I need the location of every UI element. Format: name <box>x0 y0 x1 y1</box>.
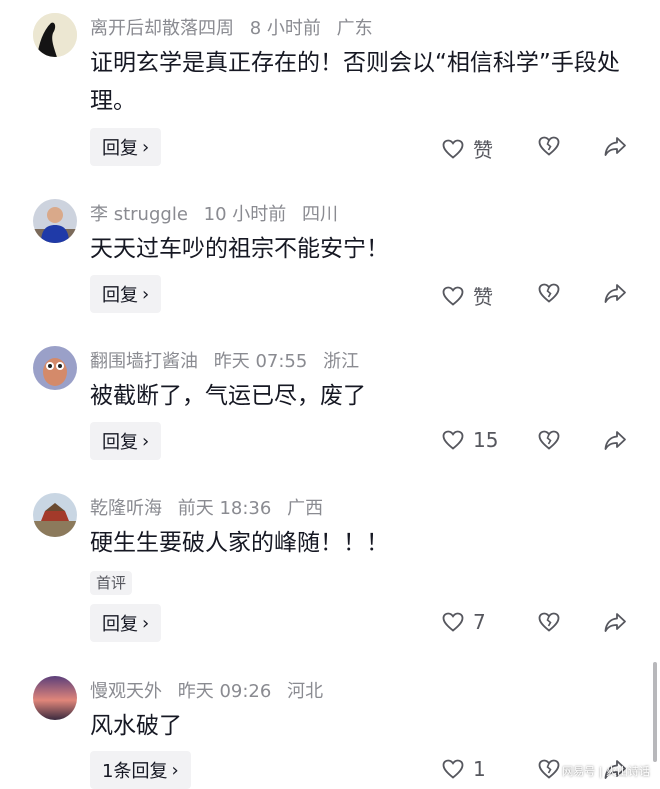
reply-button[interactable]: 回复 › <box>90 422 162 460</box>
username[interactable]: 慢观天外 <box>90 681 162 702</box>
avatar[interactable] <box>33 346 77 390</box>
share-arrow-icon <box>604 613 626 632</box>
comment-meta: 离开后却散落四周 8 小时前 广东 <box>90 14 383 40</box>
scrollbar[interactable] <box>653 662 657 762</box>
broken-heart-icon <box>538 612 560 632</box>
reply-button[interactable]: 回复 › <box>90 604 162 642</box>
like-button[interactable]: 赞 <box>441 134 493 163</box>
chevron-right-icon: › <box>142 283 150 305</box>
share-button[interactable] <box>603 428 627 452</box>
dislike-button[interactable] <box>537 610 561 634</box>
broken-heart-icon <box>538 759 560 779</box>
like-count: 赞 <box>473 138 493 162</box>
share-button[interactable] <box>603 134 627 158</box>
like-button[interactable]: 7 <box>441 610 486 634</box>
comment-text: 风水破了 <box>90 713 182 739</box>
comment-location: 广西 <box>287 498 324 519</box>
chevron-right-icon: › <box>142 136 150 158</box>
reply-label: 1条回复 <box>102 761 168 782</box>
like-count: 1 <box>473 757 486 781</box>
view-replies-button[interactable]: 1条回复 › <box>90 751 191 789</box>
chevron-right-icon: › <box>171 759 179 781</box>
comment-meta: 慢观天外 昨天 09:26 河北 <box>90 677 333 703</box>
chevron-right-icon: › <box>142 430 150 452</box>
heart-outline-icon <box>442 139 464 159</box>
reply-button[interactable]: 回复 › <box>90 275 162 313</box>
like-button[interactable]: 15 <box>441 428 498 452</box>
broken-heart-icon <box>538 283 560 303</box>
share-arrow-icon <box>604 137 626 156</box>
comment-location: 广东 <box>336 18 373 39</box>
like-button[interactable]: 1 <box>441 757 486 781</box>
comment-location: 浙江 <box>323 351 360 372</box>
reply-label: 回复 <box>102 432 138 453</box>
heart-outline-icon <box>442 612 464 632</box>
reply-label: 回复 <box>102 285 138 306</box>
username[interactable]: 乾隆听海 <box>90 498 162 519</box>
username[interactable]: 翻围墙打酱油 <box>90 351 198 372</box>
broken-heart-icon <box>538 136 560 156</box>
dislike-button[interactable] <box>537 134 561 158</box>
comment-location: 河北 <box>287 681 324 702</box>
avatar[interactable] <box>33 493 77 537</box>
like-button[interactable]: 赞 <box>441 281 493 310</box>
like-count: 赞 <box>473 285 493 309</box>
share-button[interactable] <box>603 281 627 305</box>
username[interactable]: 离开后却散落四周 <box>90 18 234 39</box>
comment-time: 昨天 07:55 <box>213 351 308 372</box>
comment-time: 10 小时前 <box>203 204 287 225</box>
avatar[interactable] <box>33 13 77 57</box>
comment-time: 前天 18:36 <box>177 498 272 519</box>
comment-meta: 李 struggle 10 小时前 四川 <box>90 200 348 226</box>
watermark: 网易号 | 火山诗话 <box>562 765 650 778</box>
first-comment-badge: 首评 <box>90 571 133 595</box>
like-count: 7 <box>473 610 486 634</box>
comment-text: 天天过车吵的祖宗不能安宁！ <box>90 236 389 262</box>
reply-button[interactable]: 回复 › <box>90 128 162 166</box>
comment-meta: 翻围墙打酱油 昨天 07:55 浙江 <box>90 347 369 373</box>
chevron-right-icon: › <box>142 612 150 634</box>
avatar[interactable] <box>33 199 77 243</box>
comment-time: 昨天 09:26 <box>177 681 272 702</box>
share-button[interactable] <box>603 610 627 634</box>
like-count: 15 <box>473 428 499 452</box>
comment-time: 8 小时前 <box>249 18 321 39</box>
comment-text: 被截断了，气运已尽，废了 <box>90 383 366 409</box>
heart-outline-icon <box>442 430 464 450</box>
dislike-button[interactable] <box>537 757 561 781</box>
comment-meta: 乾隆听海 前天 18:36 广西 <box>90 494 333 520</box>
share-arrow-icon <box>604 431 626 450</box>
share-arrow-icon <box>604 284 626 303</box>
broken-heart-icon <box>538 430 560 450</box>
comment-location: 四川 <box>302 204 339 225</box>
reply-label: 回复 <box>102 614 138 635</box>
dislike-button[interactable] <box>537 428 561 452</box>
avatar[interactable] <box>33 676 77 720</box>
comment-text: 硬生生要破人家的峰随！！！ <box>90 530 389 556</box>
heart-outline-icon <box>442 286 464 306</box>
dislike-button[interactable] <box>537 281 561 305</box>
comment-text: 证明玄学是真正存在的！否则会以“相信科学”手段处理。 <box>90 50 620 114</box>
username[interactable]: 李 struggle <box>90 204 188 225</box>
reply-label: 回复 <box>102 138 138 159</box>
heart-outline-icon <box>442 759 464 779</box>
